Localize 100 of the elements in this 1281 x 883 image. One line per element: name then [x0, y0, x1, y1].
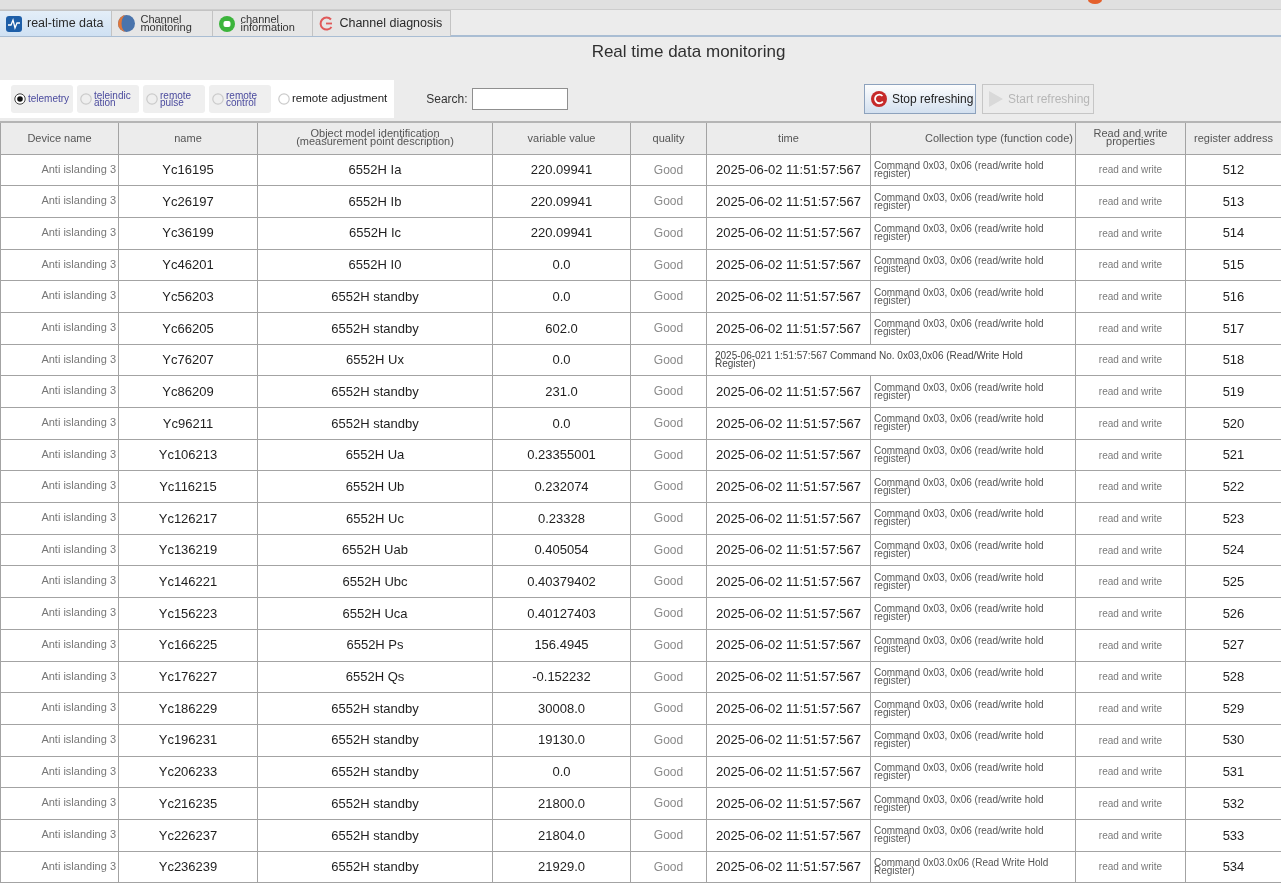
table-cell: Command 0x03, 0x06 (read/write hold register): [870, 756, 1076, 788]
table-cell: Good: [630, 407, 707, 440]
table-cell: 2025-06-02 11:51:57:567: [706, 787, 871, 820]
table-cell: 6552H Ib: [257, 185, 493, 218]
table-cell: Good: [630, 565, 707, 598]
table-cell: 2025-06-02 11:51:57:567: [706, 692, 871, 725]
table-cell: 0.0: [492, 249, 631, 281]
table-cell: 6552H standby: [257, 851, 493, 883]
table-cell: 2025-06-02 11:51:57:567: [706, 756, 871, 788]
table-cell: Yc206233: [118, 756, 258, 788]
table-cell: 6552H standby: [257, 407, 493, 440]
table-cell: Anti islanding 3: [0, 439, 119, 471]
table-cell: 2025-06-02 11:51:57:567: [706, 439, 871, 471]
table-cell: Anti islanding 3: [0, 344, 119, 376]
table-cell: 6552H Ua: [257, 439, 493, 471]
tab[interactable]: Channel diagnosis: [313, 10, 452, 36]
tab[interactable]: Channel monitoring: [112, 10, 214, 36]
tab[interactable]: real-time data: [0, 10, 113, 36]
table-cell: read and write: [1075, 217, 1186, 250]
table-cell: Anti islanding 3: [0, 470, 119, 503]
table-cell: 6552H standby: [257, 724, 493, 757]
table-cell: 6552H Ia: [257, 154, 493, 186]
table-cell: 6552H standby: [257, 280, 493, 313]
table-cell: 6552H Ps: [257, 629, 493, 661]
table-cell: read and write: [1075, 724, 1186, 757]
table-cell: Anti islanding 3: [0, 534, 119, 566]
table-cell: 2025-06-02 11:51:57:567: [706, 375, 871, 408]
table-cell: Good: [630, 819, 707, 852]
table-cell: 0.23355001: [492, 439, 631, 471]
table-cell: Good: [630, 724, 707, 757]
table-cell: Command 0x03, 0x06 (read/write hold register): [870, 407, 1076, 440]
table-cell: 2025-06-02 11:51:57:567: [706, 851, 871, 883]
table-cell: read and write: [1075, 629, 1186, 661]
column-header: variable value: [492, 122, 631, 154]
table-cell: 0.0: [492, 344, 631, 376]
table-cell: read and write: [1075, 787, 1186, 820]
table-cell: Good: [630, 597, 707, 630]
table-cell: 2025-06-02 11:51:57:567: [706, 280, 871, 313]
tab[interactable]: channel information: [213, 10, 314, 36]
table-cell: 2025-06-02 11:51:57:567: [706, 661, 871, 693]
column-header: Collection type (function code): [870, 122, 1076, 154]
table-cell: Command 0x03, 0x06 (read/write hold register): [870, 819, 1076, 852]
table-cell: Yc196231: [118, 724, 258, 757]
table-cell: 0.40379402: [492, 565, 631, 598]
table-cell: Command 0x03, 0x06 (read/write hold register): [870, 661, 1076, 693]
table-cell: Yc216235: [118, 787, 258, 820]
table-cell: 21804.0: [492, 819, 631, 852]
table-cell: 21929.0: [492, 851, 631, 883]
search-label: Search:: [426, 91, 468, 108]
table-cell: 6552H standby: [257, 375, 493, 408]
table-cell: Yc26197: [118, 185, 258, 218]
refresh-button[interactable]: Stop refreshing: [864, 84, 976, 114]
table-cell: read and write: [1075, 819, 1186, 852]
table-cell: 30008.0: [492, 692, 631, 725]
table-cell: read and write: [1075, 154, 1186, 186]
radio-option[interactable]: remote pulse: [143, 85, 205, 113]
table-cell: Yc236239: [118, 851, 258, 883]
table-cell: 2025-06-02 11:51:57:567: [706, 312, 871, 345]
table-cell: Command 0x03, 0x06 (read/write hold register): [870, 154, 1076, 186]
radio-option[interactable]: remote control: [209, 85, 271, 113]
table-cell: Good: [630, 787, 707, 820]
table-cell: Command 0x03, 0x06 (read/write hold register): [870, 470, 1076, 503]
table-cell: Good: [630, 249, 707, 281]
table-cell: 2025-06-02 11:51:57:567: [706, 565, 871, 598]
table-cell: 0.0: [492, 756, 631, 788]
table-cell: 602.0: [492, 312, 631, 345]
table-cell: 6552H Ux: [257, 344, 493, 376]
table-cell: Good: [630, 534, 707, 566]
column-header: Device name: [0, 122, 119, 154]
column-header: Read and write properties: [1075, 122, 1186, 154]
table-cell: Command 0x03, 0x06 (read/write hold register): [870, 439, 1076, 471]
table-cell: Command 0x03.0x06 (Read Write Hold Register): [870, 851, 1076, 883]
table-cell: 6552H Uc: [257, 502, 493, 535]
table-cell: 6552H Ic: [257, 217, 493, 250]
table-cell: 6552H Uca: [257, 597, 493, 630]
table-cell: Yc56203: [118, 280, 258, 313]
search-field[interactable]: [471, 88, 568, 110]
table-cell: 2025-06-02 11:51:57:567: [706, 217, 871, 250]
table-cell: Good: [630, 502, 707, 535]
table-cell: Good: [630, 470, 707, 503]
circular-arrow-icon: [871, 91, 887, 107]
radio-option[interactable]: remote adjustment: [275, 85, 391, 113]
table-cell: 6552H Qs: [257, 661, 493, 693]
table-cell: 6552H Uab: [257, 534, 493, 566]
table-cell: Anti islanding 3: [0, 756, 119, 788]
table-cell: 0.0: [492, 280, 631, 313]
table-cell: Yc146221: [118, 565, 258, 598]
table-cell: read and write: [1075, 439, 1186, 471]
table-cell: 6552H Ubc: [257, 565, 493, 598]
table-cell: 6552H standby: [257, 692, 493, 725]
table-cell: Anti islanding 3: [0, 407, 119, 440]
radio-option[interactable]: telemetry: [11, 85, 73, 113]
page-title: Real time data monitoring: [590, 41, 787, 63]
table-cell: Anti islanding 3: [0, 565, 119, 598]
table-cell: Yc76207: [118, 344, 258, 376]
table-cell: 220.09941: [492, 217, 631, 250]
radio-option[interactable]: teleindication: [77, 85, 139, 113]
table-cell: read and write: [1075, 534, 1186, 566]
table-cell: Anti islanding 3: [0, 185, 119, 218]
table-cell: 220.09941: [492, 185, 631, 218]
